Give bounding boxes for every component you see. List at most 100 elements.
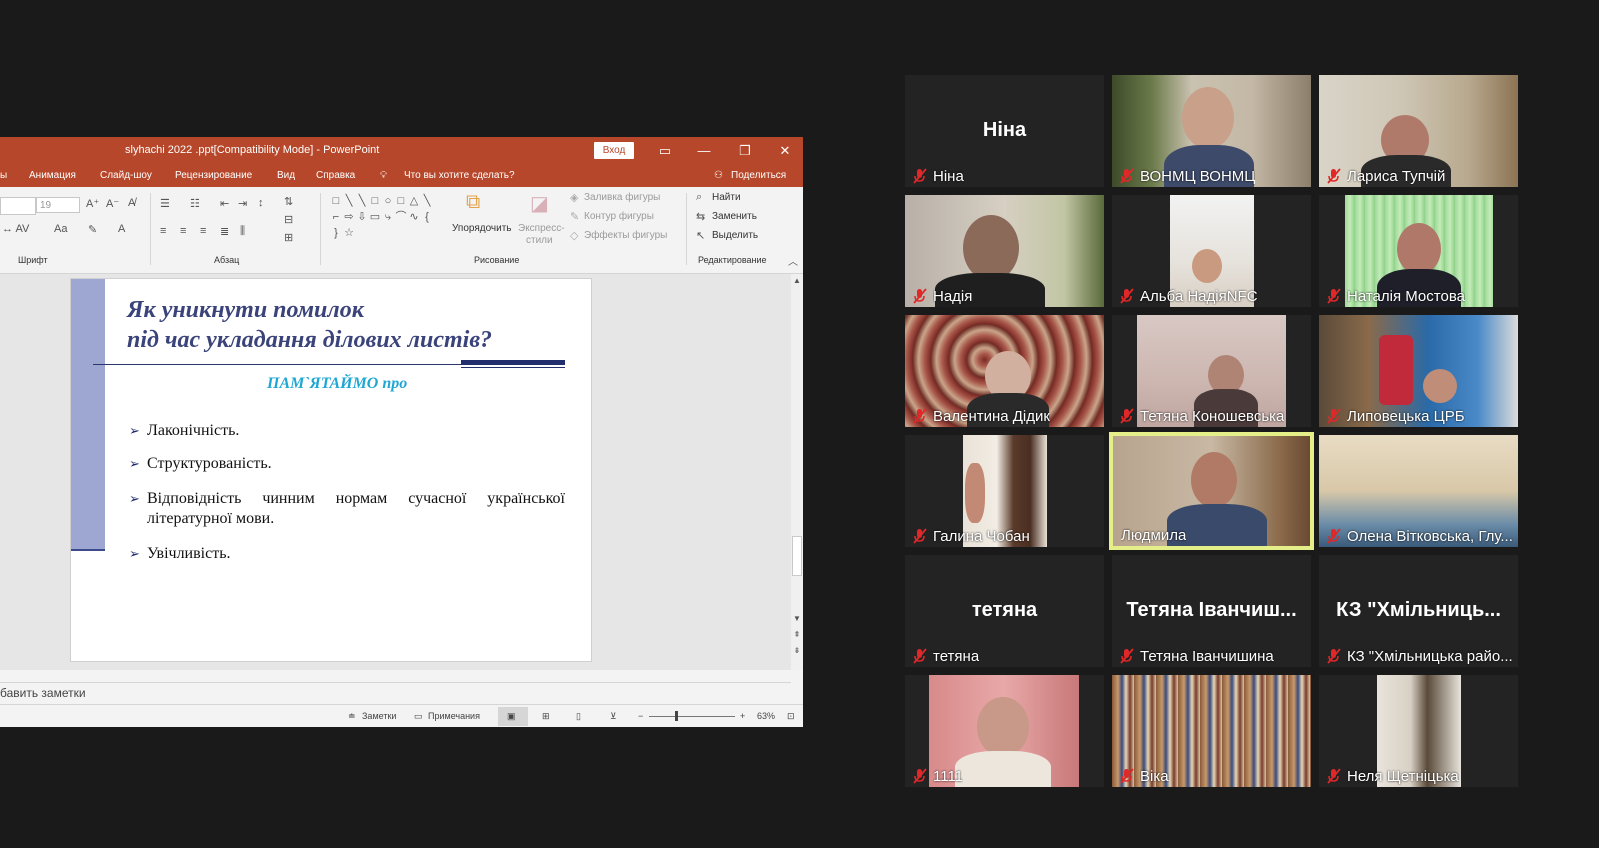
participant-tile[interactable]: Олена Вітковська, Глу... bbox=[1319, 435, 1518, 547]
participant-tile[interactable]: Галина Чобан bbox=[905, 435, 1104, 547]
tell-me-search[interactable]: Что вы хотите сделать? bbox=[404, 170, 515, 181]
highlight-icon[interactable]: ✎ bbox=[88, 223, 97, 236]
align-center-icon[interactable]: ≡ bbox=[180, 225, 186, 237]
find-button[interactable]: Найти bbox=[712, 192, 741, 203]
ribbon-display-icon[interactable]: ▭ bbox=[655, 141, 675, 161]
shape-outline-icon[interactable]: ✎ bbox=[570, 210, 579, 223]
line-spacing-icon[interactable]: ↕ bbox=[258, 197, 264, 209]
scroll-up-icon[interactable]: ▲ bbox=[792, 276, 802, 285]
shrink-font-icon[interactable]: A⁻ bbox=[106, 197, 119, 210]
participant-tile[interactable]: Липовецька ЦРБ bbox=[1319, 315, 1518, 427]
participant-tile-active-speaker[interactable]: Людмила bbox=[1109, 432, 1314, 550]
select-icon[interactable]: ↖ bbox=[696, 229, 705, 242]
slide-sorter-icon[interactable]: ⊞ bbox=[542, 711, 550, 722]
participant-tile[interactable]: Неля Щетніцька bbox=[1319, 675, 1518, 787]
select-button[interactable]: Выделить bbox=[712, 230, 758, 241]
reading-view-icon[interactable]: ▯ bbox=[576, 711, 581, 722]
tab-help[interactable]: Справка bbox=[316, 170, 355, 181]
participant-tile[interactable]: Наталія Мостова bbox=[1319, 195, 1518, 307]
share-button[interactable]: Поделиться bbox=[731, 170, 786, 181]
zoom-slider[interactable] bbox=[649, 716, 735, 717]
minimize-icon[interactable]: — bbox=[694, 141, 714, 161]
arrange-button[interactable]: Упорядочить bbox=[452, 223, 512, 234]
participant-tile[interactable]: Валентина Дідик bbox=[905, 315, 1104, 427]
char-spacing-icon[interactable]: ↔ AV bbox=[2, 223, 29, 235]
participant-video bbox=[1191, 452, 1237, 508]
decrease-indent-icon[interactable]: ⇤ bbox=[220, 197, 229, 210]
replace-icon[interactable]: ⇆ bbox=[696, 210, 705, 223]
align-left-icon[interactable]: ≡ bbox=[160, 225, 166, 237]
numbering-icon[interactable]: ☷ bbox=[190, 197, 200, 210]
columns-icon[interactable]: ⫼ bbox=[240, 225, 245, 238]
participant-tile[interactable]: Надія bbox=[905, 195, 1104, 307]
participant-name: Липовецька ЦРБ bbox=[1347, 408, 1465, 425]
shape-outline-button[interactable]: Контур фигуры bbox=[584, 211, 654, 222]
clear-format-icon[interactable]: A̸ bbox=[128, 197, 135, 209]
replace-button[interactable]: Заменить bbox=[712, 211, 757, 222]
title-underline bbox=[93, 364, 461, 365]
restore-icon[interactable]: ❐ bbox=[735, 141, 755, 161]
vertical-scrollbar[interactable]: ▲ ▼ ⇞ ⇟ bbox=[791, 274, 803, 670]
scroll-down-icon[interactable]: ▼ bbox=[792, 614, 802, 623]
participant-tile[interactable]: КЗ "Хмільниць... КЗ "Хмільницька райо... bbox=[1319, 555, 1518, 667]
justify-icon[interactable]: ≣ bbox=[220, 225, 229, 238]
next-slide-icon[interactable]: ⇟ bbox=[792, 646, 802, 655]
participant-video bbox=[965, 463, 985, 523]
zoom-in-icon[interactable]: + bbox=[740, 711, 745, 721]
tab-animation[interactable]: Анимация bbox=[29, 170, 76, 181]
comments-icon[interactable]: ▭ bbox=[414, 711, 423, 722]
sign-in-button[interactable]: Вход bbox=[594, 142, 634, 159]
quick-styles-icon[interactable]: ◪ bbox=[530, 191, 549, 216]
comments-button[interactable]: Примечания bbox=[428, 711, 480, 721]
prev-slide-icon[interactable]: ⇞ bbox=[792, 630, 802, 639]
change-case-icon[interactable]: Aa bbox=[54, 223, 67, 235]
grow-font-icon[interactable]: A⁺ bbox=[86, 197, 99, 210]
align-right-icon[interactable]: ≡ bbox=[200, 225, 206, 237]
participant-tile[interactable]: Віка bbox=[1112, 675, 1311, 787]
notes-button[interactable]: Заметки bbox=[362, 711, 396, 721]
find-icon[interactable]: ⌕ bbox=[696, 191, 702, 204]
font-color-icon[interactable]: A bbox=[118, 223, 125, 235]
participant-tile[interactable]: тетяна тетяна bbox=[905, 555, 1104, 667]
shape-effects-button[interactable]: Эффекты фигуры bbox=[584, 230, 667, 241]
participant-tile[interactable]: Альба НадіяNFC bbox=[1112, 195, 1311, 307]
tab-slideshow[interactable]: Слайд-шоу bbox=[100, 170, 152, 181]
slide-canvas[interactable]: Як уникнути помилок під час укладання ді… bbox=[70, 278, 592, 662]
normal-view-icon[interactable]: ▣ bbox=[507, 711, 516, 722]
participant-tile[interactable]: Тетяна Іванчиш... Тетяна Іванчишина bbox=[1112, 555, 1311, 667]
bullets-icon[interactable]: ☰ bbox=[160, 197, 170, 210]
font-size-box[interactable]: 19 bbox=[36, 197, 80, 213]
scroll-thumb[interactable] bbox=[792, 536, 802, 576]
smartart-icon[interactable]: ⊞ bbox=[284, 231, 293, 244]
notes-icon[interactable]: ≐ bbox=[348, 711, 356, 722]
font-name-box[interactable] bbox=[0, 197, 36, 215]
notes-pane[interactable]: бавить заметки bbox=[0, 682, 791, 705]
fit-to-window-icon[interactable]: ⊡ bbox=[787, 711, 795, 722]
participant-tile[interactable]: Лариса Тупчій bbox=[1319, 75, 1518, 187]
zoom-level[interactable]: 63% bbox=[757, 711, 775, 721]
tab-view[interactable]: Вид bbox=[277, 170, 295, 181]
participant-tile[interactable]: Тетяна Коношевська bbox=[1112, 315, 1311, 427]
shape-fill-icon[interactable]: ◈ bbox=[570, 191, 578, 204]
slideshow-icon[interactable]: ⊻ bbox=[610, 711, 617, 722]
quick-styles-label-2[interactable]: стили bbox=[526, 235, 553, 246]
participant-tile[interactable]: 1111 bbox=[905, 675, 1104, 787]
zoom-slider-thumb[interactable] bbox=[675, 711, 678, 721]
align-text-icon[interactable]: ⊟ bbox=[284, 213, 293, 226]
shape-fill-button[interactable]: Заливка фигуры bbox=[584, 192, 660, 203]
shape-effects-icon[interactable]: ◇ bbox=[570, 229, 578, 242]
tab-review[interactable]: Рецензирование bbox=[175, 170, 252, 181]
bullet-arrow-icon: ➢ bbox=[129, 423, 140, 438]
participant-tile[interactable]: ВОНМЦ ВОНМЦ bbox=[1112, 75, 1311, 187]
participant-tile[interactable]: Ніна Ніна bbox=[905, 75, 1104, 187]
shapes-gallery[interactable]: □ ╲ ╲ □ ○ □ △ ╲⌐ ⇨ ⇩ ▭ ⤷ ⌒ ∿{} ☆ bbox=[330, 195, 438, 245]
close-icon[interactable]: ✕ bbox=[775, 141, 795, 161]
text-direction-icon[interactable]: ⇅ bbox=[284, 195, 293, 208]
tab-partial[interactable]: ы bbox=[0, 170, 7, 181]
zoom-out-icon[interactable]: − bbox=[638, 711, 643, 721]
participant-video bbox=[963, 215, 1019, 281]
increase-indent-icon[interactable]: ⇥ bbox=[238, 197, 247, 210]
arrange-icon[interactable]: ⧉ bbox=[466, 191, 480, 214]
collapse-ribbon-icon[interactable]: ︿ bbox=[788, 253, 798, 268]
quick-styles-label[interactable]: Экспресс- bbox=[518, 223, 565, 234]
